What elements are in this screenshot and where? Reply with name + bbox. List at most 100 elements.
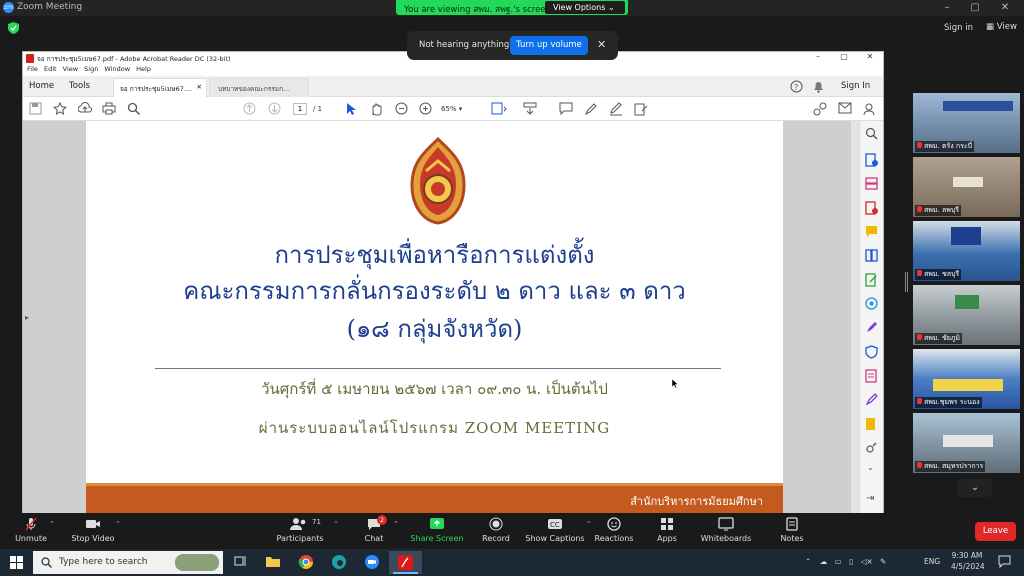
zoom-level-select[interactable]: 65% ▾	[441, 103, 479, 115]
create-pdf-icon[interactable]	[865, 153, 878, 167]
acrobat-maximize-icon[interactable]: ▢	[838, 52, 850, 61]
acrobat-sign-in-button[interactable]: Sign In	[841, 81, 870, 91]
menu-sign[interactable]: Sign	[84, 65, 98, 73]
protect-icon[interactable]	[865, 345, 878, 359]
whiteboards-button[interactable]: Whiteboards	[691, 517, 761, 543]
zoom-out-icon[interactable]	[395, 102, 408, 115]
tab-close-icon[interactable]: ✕	[197, 83, 202, 91]
send-for-review-icon[interactable]	[865, 417, 878, 431]
edge-icon[interactable]	[331, 554, 347, 570]
notes-button[interactable]: Notes	[757, 517, 827, 543]
select-cursor-icon[interactable]	[345, 102, 357, 116]
fill-and-sign-icon[interactable]	[865, 321, 878, 334]
upload-icon[interactable]	[78, 102, 92, 115]
fill-sign-icon[interactable]	[634, 102, 648, 116]
request-signatures-icon[interactable]	[865, 393, 878, 406]
more-tools-icon[interactable]	[865, 441, 878, 454]
scroll-mode-icon[interactable]	[523, 102, 537, 115]
add-user-icon[interactable]	[863, 102, 877, 116]
acrobat-close-icon[interactable]: ✕	[864, 52, 876, 61]
prev-page-icon[interactable]	[243, 102, 256, 115]
clock[interactable]: 9:30 AM 4/5/2024	[951, 551, 985, 571]
encryption-shield-icon[interactable]	[8, 22, 19, 34]
home-tab[interactable]: Home	[29, 81, 54, 91]
participants-button[interactable]: Participants	[265, 517, 335, 543]
bell-icon[interactable]	[813, 80, 824, 93]
organize-pages-icon[interactable]	[865, 249, 878, 262]
language-indicator[interactable]: ENG	[924, 557, 940, 566]
search-icon[interactable]	[127, 102, 141, 116]
collapse-panel-icon[interactable]: ⇥	[866, 493, 874, 504]
maximize-icon[interactable]: ▢	[968, 2, 982, 13]
menu-window[interactable]: Window	[104, 65, 130, 73]
participant-video[interactable]: สพม. ชลบุรี	[913, 221, 1020, 281]
zoom-sign-in-button[interactable]: Sign in	[944, 23, 973, 33]
zoom-in-icon[interactable]	[419, 102, 432, 115]
pen-icon[interactable]: ✎	[880, 557, 886, 566]
prepare-form-icon[interactable]	[865, 369, 878, 383]
unmute-button[interactable]: Unmute	[0, 517, 66, 543]
task-view-icon[interactable]	[234, 554, 248, 568]
highlight-pen-icon[interactable]	[584, 102, 598, 116]
leave-button[interactable]: Leave	[975, 522, 1016, 541]
participants-caret-icon[interactable]: ⌃	[333, 520, 339, 528]
menu-file[interactable]: File	[27, 65, 38, 73]
share-link-icon[interactable]	[813, 102, 827, 116]
tools-tab[interactable]: Tools	[69, 81, 90, 91]
print-icon[interactable]	[102, 102, 116, 115]
menu-help[interactable]: Help	[136, 65, 151, 73]
enhance-scans-icon[interactable]	[865, 297, 878, 310]
sign-icon[interactable]	[609, 102, 623, 116]
file-explorer-icon[interactable]	[265, 554, 281, 568]
zoom-view-button[interactable]: ▦ View	[986, 22, 1017, 32]
volume-muted-icon[interactable]: ◁×	[861, 557, 873, 566]
notice-close-icon[interactable]: ✕	[597, 38, 606, 51]
audio-options-caret-icon[interactable]: ⌃	[49, 520, 55, 528]
minimize-icon[interactable]: –	[940, 2, 954, 13]
edit-pdf-icon[interactable]	[865, 273, 878, 287]
export-pdf-icon[interactable]	[865, 201, 878, 215]
view-options-button[interactable]: View Options ⌄	[545, 1, 625, 14]
comment-tool-icon[interactable]	[865, 225, 878, 238]
save-icon[interactable]	[29, 102, 42, 115]
menu-view[interactable]: View	[63, 65, 78, 73]
comment-icon[interactable]	[559, 102, 573, 115]
close-icon[interactable]: ✕	[998, 2, 1012, 13]
combine-files-icon[interactable]	[865, 177, 878, 190]
participant-video[interactable]: สพม. ลพบุรี	[913, 157, 1020, 217]
participant-video[interactable]: สพม. สมุทรปราการ	[913, 413, 1020, 473]
participant-video[interactable]: สพม. ชัยภูมิ	[913, 285, 1020, 345]
video-panel-collapse-button[interactable]: ⌄	[958, 479, 992, 497]
onedrive-icon[interactable]: ☁	[820, 557, 828, 566]
page-number-input[interactable]: 1	[293, 103, 307, 115]
chat-caret-icon[interactable]: ⌃	[393, 520, 399, 528]
taskbar-search-box[interactable]: Type here to search	[33, 551, 223, 574]
document-viewer[interactable]: การประชุมเพื่อหารือการแต่งตั้ง คณะกรรมกา…	[23, 121, 859, 513]
zoom-app-icon[interactable]	[364, 554, 380, 570]
participant-video[interactable]: สพม. ตรัง กระบี่	[913, 93, 1020, 153]
vertical-scrollbar[interactable]	[851, 121, 859, 513]
hand-tool-icon[interactable]	[369, 102, 383, 116]
fit-page-icon[interactable]	[491, 102, 507, 115]
turn-up-volume-button[interactable]: Turn up volume	[510, 36, 588, 55]
help-icon[interactable]: ?	[790, 80, 803, 93]
video-options-caret-icon[interactable]: ⌃	[115, 520, 121, 528]
acrobat-taskbar-button[interactable]	[389, 551, 422, 574]
menu-edit[interactable]: Edit	[44, 65, 57, 73]
acrobat-minimize-icon[interactable]: –	[812, 52, 824, 61]
notifications-icon[interactable]	[998, 555, 1011, 568]
star-icon[interactable]	[53, 102, 67, 115]
next-page-icon[interactable]	[268, 102, 281, 115]
panel-splitter[interactable]	[905, 272, 908, 292]
chrome-icon[interactable]	[298, 554, 314, 570]
left-panel-toggle-icon[interactable]: ▸	[25, 313, 29, 322]
participant-video[interactable]: สพม.ชุมพร ระนอง	[913, 349, 1020, 409]
panel-scroll-down-icon[interactable]: ⌄	[867, 463, 874, 472]
battery-icon[interactable]: ▯	[849, 557, 853, 566]
show-hidden-icons-icon[interactable]: ⌃	[805, 557, 811, 566]
windows-start-icon[interactable]	[10, 556, 23, 569]
document-tab-active[interactable]: จอ การประชุม5เมษ67.... ✕	[113, 78, 207, 97]
email-icon[interactable]	[838, 102, 852, 114]
network-icon[interactable]: ▭	[835, 557, 842, 566]
zoom-search-icon[interactable]	[865, 127, 878, 140]
